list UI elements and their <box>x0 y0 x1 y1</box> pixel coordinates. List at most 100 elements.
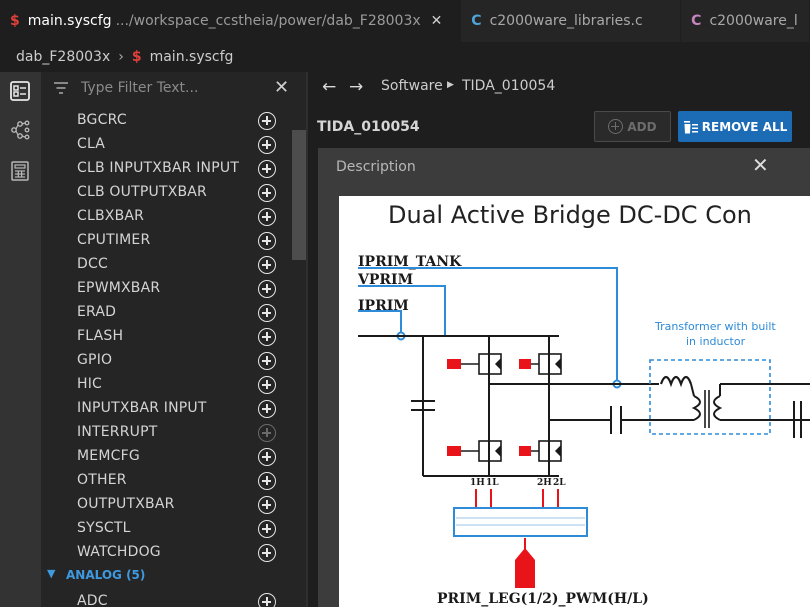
list-item[interactable]: GPIO <box>41 349 291 373</box>
module-label: BGCRC <box>77 112 127 128</box>
transformer-label-line2: in inductor <box>686 335 746 348</box>
add-circle-icon[interactable] <box>258 232 276 250</box>
add-circle-icon[interactable] <box>258 208 276 226</box>
pwm-signal-label: PRIM_LEG(1/2)_PWM(H/L) <box>437 591 649 607</box>
hierarchy-icon[interactable] <box>9 119 31 141</box>
pwm-pin-2l: 2L <box>553 478 566 488</box>
module-label: HIC <box>77 376 103 392</box>
filter-input[interactable] <box>81 77 271 99</box>
tab-title: main.syscfg <box>27 13 112 29</box>
list-item[interactable]: CPUTIMER <box>41 229 291 253</box>
list-item[interactable]: BGCRC <box>41 109 291 133</box>
tab-c2000ware-2[interactable]: C c2000ware_l <box>681 0 810 42</box>
add-circle-icon[interactable] <box>258 112 276 130</box>
list-item[interactable]: CLB INPUTXBAR INPUT <box>41 157 291 181</box>
software-modules-icon[interactable] <box>9 80 31 102</box>
module-label: INTERRUPT <box>77 424 158 440</box>
diagram-heading: Dual Active Bridge DC-DC Con <box>388 201 752 229</box>
pwm-bus-block <box>453 507 588 537</box>
description-title: Description <box>336 159 416 175</box>
add-circle-icon[interactable] <box>258 400 276 418</box>
nav-crumb-software[interactable]: Software <box>381 78 443 94</box>
pwm-pin-1l: 1L <box>486 478 499 488</box>
module-label: WATCHDOG <box>77 544 161 560</box>
close-tab-icon[interactable]: ✕ <box>431 13 443 29</box>
syscfg-file-icon: $ <box>131 49 142 65</box>
add-button[interactable]: ADD <box>594 111 671 142</box>
breadcrumb-project[interactable]: dab_F28003x <box>16 49 110 65</box>
add-circle-icon[interactable] <box>258 472 276 490</box>
remove-all-label: REMOVE ALL <box>701 119 788 134</box>
tab-main-syscfg[interactable]: $ main.syscfg .../workspace_ccstheia/pow… <box>0 0 462 42</box>
nav-crumb-tida[interactable]: TIDA_010054 <box>462 78 555 94</box>
transformer-label-line1: Transformer with built <box>654 320 776 333</box>
add-circle-icon[interactable] <box>258 280 276 298</box>
arrow-right-icon[interactable]: → <box>349 77 363 97</box>
list-item[interactable]: OUTPUTXBAR <box>41 493 291 517</box>
filter-icon <box>54 82 68 94</box>
tab-path: .../workspace_ccstheia/power/dab_F28003x <box>115 13 421 29</box>
module-label: MEMCFG <box>77 448 140 464</box>
list-item[interactable]: CLA <box>41 133 291 157</box>
group-header-analog[interactable]: ▼ ANALOG (5) <box>41 566 291 586</box>
module-navigation: ← → Software ▶ TIDA_010054 <box>308 72 810 102</box>
add-circle-icon[interactable] <box>258 256 276 274</box>
breadcrumb: dab_F28003x › $ main.syscfg <box>0 42 810 72</box>
list-item[interactable]: SYSCTL <box>41 517 291 541</box>
list-item[interactable]: INTERRUPT <box>41 421 291 445</box>
add-circle-icon[interactable] <box>258 448 276 466</box>
sidebar-scrollbar[interactable] <box>292 130 306 260</box>
module-sidebar: ✕ BGCRC CLA CLB INPUTXBAR INPUT CLB OUTP… <box>41 72 306 607</box>
add-circle-icon[interactable] <box>258 304 276 322</box>
list-item[interactable]: ADC <box>41 590 291 607</box>
add-circle-icon[interactable] <box>258 160 276 178</box>
breadcrumb-file[interactable]: main.syscfg <box>150 49 234 65</box>
add-circle-icon[interactable] <box>258 544 276 562</box>
app-window: $ main.syscfg .../workspace_ccstheia/pow… <box>0 0 810 607</box>
list-item[interactable]: CLB OUTPUTXBAR <box>41 181 291 205</box>
transformer-box <box>649 359 771 435</box>
list-item[interactable]: HIC <box>41 373 291 397</box>
tab-title: c2000ware_l <box>709 13 798 29</box>
editor-tab-bar: $ main.syscfg .../workspace_ccstheia/pow… <box>0 0 810 42</box>
arrow-left-icon[interactable]: ← <box>322 77 336 97</box>
close-icon[interactable]: ✕ <box>274 77 289 98</box>
add-circle-icon[interactable] <box>258 352 276 370</box>
list-item[interactable]: WATCHDOG <box>41 541 291 565</box>
chevron-down-icon: ▼ <box>47 567 56 580</box>
pwm-pin-2h: 2H <box>537 478 552 488</box>
c-file-icon: C <box>691 13 702 29</box>
list-item[interactable]: EPWMXBAR <box>41 277 291 301</box>
module-label: OUTPUTXBAR <box>77 496 175 512</box>
page-title: TIDA_010054 <box>317 119 420 135</box>
description-image: Dual Active Bridge DC-DC Con IPRIM_TANK … <box>339 196 810 607</box>
c-file-icon: C <box>471 13 482 29</box>
list-item[interactable]: FLASH <box>41 325 291 349</box>
list-item[interactable]: DCC <box>41 253 291 277</box>
add-circle-icon[interactable] <box>258 376 276 394</box>
list-item[interactable]: INPUTXBAR INPUT <box>41 397 291 421</box>
add-circle-icon[interactable] <box>258 520 276 538</box>
list-item[interactable]: MEMCFG <box>41 445 291 469</box>
tab-title: c2000ware_libraries.c <box>489 13 643 29</box>
list-item[interactable]: CLBXBAR <box>41 205 291 229</box>
dab-schematic-diagram: Dual Active Bridge DC-DC Con IPRIM_TANK … <box>357 201 810 607</box>
list-item[interactable]: OTHER <box>41 469 291 493</box>
activity-bar <box>0 72 41 607</box>
add-circle-icon[interactable] <box>258 184 276 202</box>
module-label: EPWMXBAR <box>77 280 161 296</box>
module-label: CLBXBAR <box>77 208 145 224</box>
add-circle-icon[interactable] <box>258 496 276 514</box>
trash-icon <box>683 120 698 133</box>
close-icon[interactable]: ✕ <box>752 153 769 177</box>
chevron-right-icon: › <box>118 49 124 65</box>
add-circle-icon[interactable] <box>258 328 276 346</box>
pwm-arrow <box>515 548 535 588</box>
list-item[interactable]: ERAD <box>41 301 291 325</box>
calculator-icon[interactable] <box>9 160 31 182</box>
module-view: ← → Software ▶ TIDA_010054 TIDA_010054 A… <box>306 72 810 607</box>
tab-c2000ware-libraries[interactable]: C c2000ware_libraries.c <box>461 0 682 42</box>
remove-all-button[interactable]: REMOVE ALL <box>678 111 792 142</box>
add-circle-icon[interactable] <box>258 593 276 607</box>
add-circle-icon[interactable] <box>258 136 276 154</box>
